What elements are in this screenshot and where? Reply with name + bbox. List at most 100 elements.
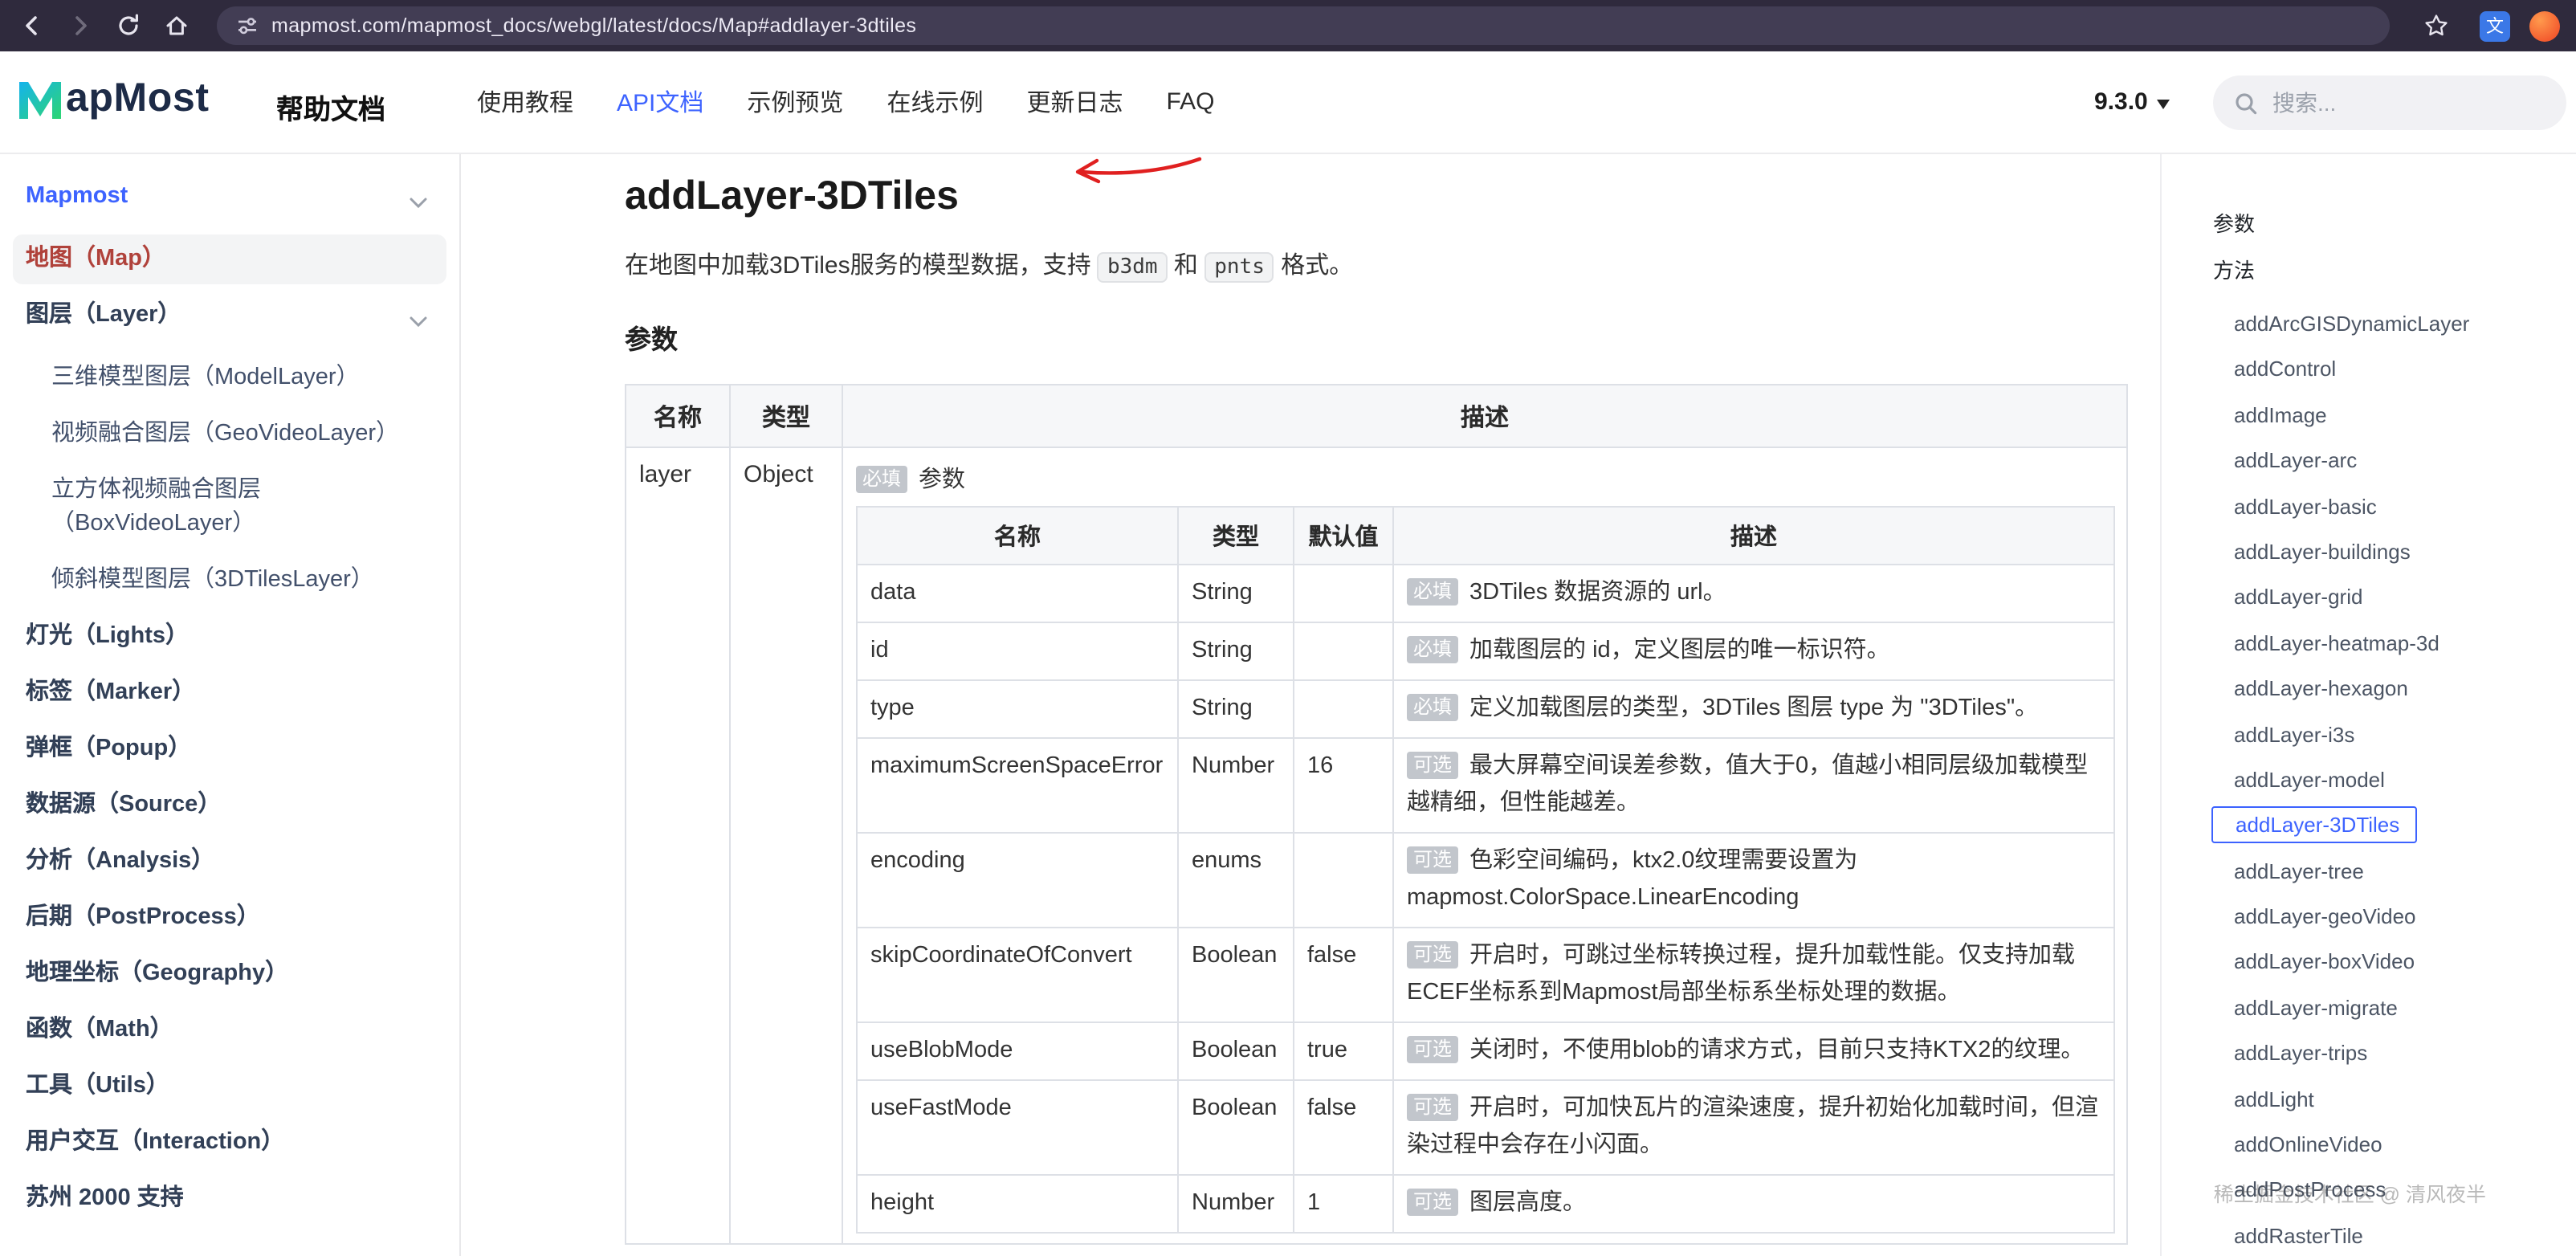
param-desc: 可选色彩空间编码，ktx2.0纹理需要设置为 mapmost.ColorSpac… bbox=[1393, 833, 2114, 928]
toc-item[interactable]: addLayer-buildings bbox=[2234, 530, 2576, 576]
nav-online-examples[interactable]: 在线示例 bbox=[887, 85, 983, 119]
toc-heading-params[interactable]: 参数 bbox=[2210, 209, 2576, 241]
address-bar[interactable]: mapmost.com/mapmost_docs/webgl/latest/do… bbox=[217, 6, 2390, 45]
param-name: type bbox=[857, 680, 1178, 738]
table-row: layer Object 必填参数 名称 bbox=[626, 447, 2127, 1244]
forward-button[interactable] bbox=[56, 3, 104, 48]
param-badge: 必填 bbox=[1407, 694, 1458, 721]
param-default: true bbox=[1294, 1022, 1393, 1080]
toc-item[interactable]: addLight bbox=[2234, 1077, 2576, 1123]
param-desc: 可选关闭时，不使用blob的请求方式，目前只支持KTX2的纹理。 bbox=[1393, 1022, 2114, 1080]
param-desc-text: 定义加载图层的类型，3DTiles 图层 type 为 "3DTiles"。 bbox=[1469, 695, 2038, 721]
sidebar-item-marker[interactable]: 标签（Marker） bbox=[0, 665, 459, 721]
site-header: apMost 帮助文档 使用教程 API文档 示例预览 在线示例 更新日志 FA… bbox=[0, 51, 2576, 154]
sidebar-item-geovideolayer[interactable]: 视频融合图层（GeoVideoLayer） bbox=[0, 406, 459, 463]
translate-extension-icon[interactable]: 文 bbox=[2480, 10, 2510, 41]
param-desc: 必填定义加载图层的类型，3DTiles 图层 type 为 "3DTiles"。 bbox=[1393, 680, 2114, 738]
sidebar-item-utils[interactable]: 工具（Utils） bbox=[0, 1058, 459, 1115]
sidebar-item-map[interactable]: 地图（Map） bbox=[13, 234, 446, 284]
toc-item[interactable]: addLayer-basic bbox=[2234, 484, 2576, 530]
sidebar-item-math[interactable]: 函数（Math） bbox=[0, 1002, 459, 1058]
search-input[interactable]: 搜索... bbox=[2213, 75, 2566, 130]
param-badge: 可选 bbox=[1407, 1036, 1458, 1063]
toc-item[interactable]: addLayer-trips bbox=[2234, 1032, 2576, 1078]
toc-item[interactable]: addLayer-tree bbox=[2234, 849, 2576, 895]
required-badge: 必填 bbox=[856, 466, 907, 493]
page-url: mapmost.com/mapmost_docs/webgl/latest/do… bbox=[271, 14, 916, 37]
col-header-type: 类型 bbox=[730, 385, 842, 447]
toc-item[interactable]: addLayer-boxVideo bbox=[2234, 940, 2576, 986]
toc-item[interactable]: addRasterTile bbox=[2234, 1214, 2576, 1256]
param-type: Object bbox=[730, 447, 842, 1244]
badge-suffix: 参数 bbox=[919, 467, 965, 493]
toc-item[interactable]: addLayer-grid bbox=[2234, 576, 2576, 622]
sidebar-item-mapmost[interactable]: Mapmost bbox=[0, 169, 459, 231]
param-name: data bbox=[857, 565, 1178, 622]
nav-changelog[interactable]: 更新日志 bbox=[1026, 85, 1123, 119]
param-default: false bbox=[1294, 928, 1393, 1022]
version-selector[interactable]: 9.3.0 bbox=[2094, 51, 2170, 153]
sidebar-item-suzhou2000[interactable]: 苏州 2000 支持 bbox=[0, 1171, 459, 1227]
sidebar-item-lights[interactable]: 灯光（Lights） bbox=[0, 609, 459, 665]
nav-example-preview[interactable]: 示例预览 bbox=[747, 85, 843, 119]
sidebar-item-layer[interactable]: 图层（Layer） bbox=[0, 287, 459, 350]
sidebar-item-boxvideolayer[interactable]: 立方体视频融合图层（BoxVideoLayer） bbox=[0, 463, 459, 553]
param-name: layer bbox=[626, 447, 730, 1244]
version-label: 9.3.0 bbox=[2094, 88, 2148, 116]
doc-label: 帮助文档 bbox=[276, 87, 385, 127]
browser-toolbar: mapmost.com/mapmost_docs/webgl/latest/do… bbox=[0, 0, 2576, 51]
toc-item[interactable]: addLayer-hexagon bbox=[2234, 667, 2576, 712]
param-name: height bbox=[857, 1175, 1178, 1233]
sidebar-item-3dtileslayer[interactable]: 倾斜模型图层（3DTilesLayer） bbox=[0, 553, 459, 609]
toc-item[interactable]: addLayer-i3s bbox=[2234, 712, 2576, 758]
nav-faq[interactable]: FAQ bbox=[1167, 88, 1215, 116]
param-desc-text: 加载图层的 id，定义图层的唯一标识符。 bbox=[1469, 638, 1890, 663]
param-default bbox=[1294, 833, 1393, 928]
toc-heading-methods[interactable]: 方法 bbox=[2210, 255, 2576, 287]
sidebar-item-modellayer[interactable]: 三维模型图层（ModelLayer） bbox=[0, 350, 459, 406]
toc-item[interactable]: addLayer-migrate bbox=[2234, 986, 2576, 1032]
toc-item[interactable]: addArcGISDynamicLayer bbox=[2234, 302, 2576, 348]
param-badge: 可选 bbox=[1407, 1094, 1458, 1121]
param-badge: 必填 bbox=[1407, 578, 1458, 606]
sidebar-item-source[interactable]: 数据源（Source） bbox=[0, 777, 459, 834]
param-name: encoding bbox=[857, 833, 1178, 928]
toc-item[interactable]: addImage bbox=[2234, 394, 2576, 439]
profile-avatar[interactable] bbox=[2529, 10, 2560, 41]
toc-item[interactable]: addLayer-heatmap-3d bbox=[2234, 621, 2576, 667]
toc-item[interactable]: addOnlineVideo bbox=[2234, 1123, 2576, 1168]
back-button[interactable] bbox=[8, 3, 56, 48]
param-default: 1 bbox=[1294, 1175, 1393, 1233]
sidebar-item-postprocess[interactable]: 后期（PostProcess） bbox=[0, 890, 459, 946]
chevron-down-icon bbox=[2158, 99, 2170, 108]
param-desc-text: 开启时，可加快瓦片的渲染速度，提升初始化加载时间，但渲染过程中会存在小闪面。 bbox=[1407, 1095, 2098, 1158]
refresh-button[interactable] bbox=[104, 3, 153, 48]
param-desc: 必填3DTiles 数据资源的 url。 bbox=[1393, 565, 2114, 622]
param-name: maximumScreenSpaceError bbox=[857, 738, 1178, 833]
param-badge: 可选 bbox=[1407, 752, 1458, 779]
site-settings-icon[interactable] bbox=[236, 14, 259, 37]
param-badge: 必填 bbox=[1407, 636, 1458, 663]
toc-item[interactable]: addLayer-geoVideo bbox=[2234, 895, 2576, 940]
sidebar-item-analysis[interactable]: 分析（Analysis） bbox=[0, 834, 459, 890]
nav-api-docs[interactable]: API文档 bbox=[617, 85, 703, 119]
toc-item[interactable]: addControl bbox=[2234, 348, 2576, 394]
toc-item[interactable]: addLayer-arc bbox=[2234, 438, 2576, 484]
content-divider bbox=[2160, 153, 2162, 1256]
sidebar-item-interaction[interactable]: 用户交互（Interaction） bbox=[0, 1115, 459, 1171]
sidebar-item-geography[interactable]: 地理坐标（Geography） bbox=[0, 946, 459, 1002]
intro-text: 格式。 bbox=[1274, 252, 1353, 279]
toc-item-active[interactable]: addLayer-3DTiles bbox=[2234, 804, 2576, 850]
search-icon bbox=[2234, 91, 2258, 115]
nav-usage-tutorial[interactable]: 使用教程 bbox=[477, 85, 573, 119]
table-row: encoding enums 可选色彩空间编码，ktx2.0纹理需要设置为 ma… bbox=[857, 833, 2114, 928]
bookmark-star-icon[interactable] bbox=[2412, 3, 2460, 48]
home-button[interactable] bbox=[153, 3, 201, 48]
param-type: Number bbox=[1178, 738, 1294, 833]
table-row: id String 必填加载图层的 id，定义图层的唯一标识符。 bbox=[857, 622, 2114, 680]
col-header-desc: 描述 bbox=[842, 385, 2127, 447]
sidebar-item-popup[interactable]: 弹框（Popup） bbox=[0, 721, 459, 777]
mapmost-logo[interactable]: apMost bbox=[16, 75, 210, 120]
toc-item[interactable]: addLayer-model bbox=[2234, 758, 2576, 804]
sidebar-item-label: 地图（Map） bbox=[26, 246, 165, 271]
